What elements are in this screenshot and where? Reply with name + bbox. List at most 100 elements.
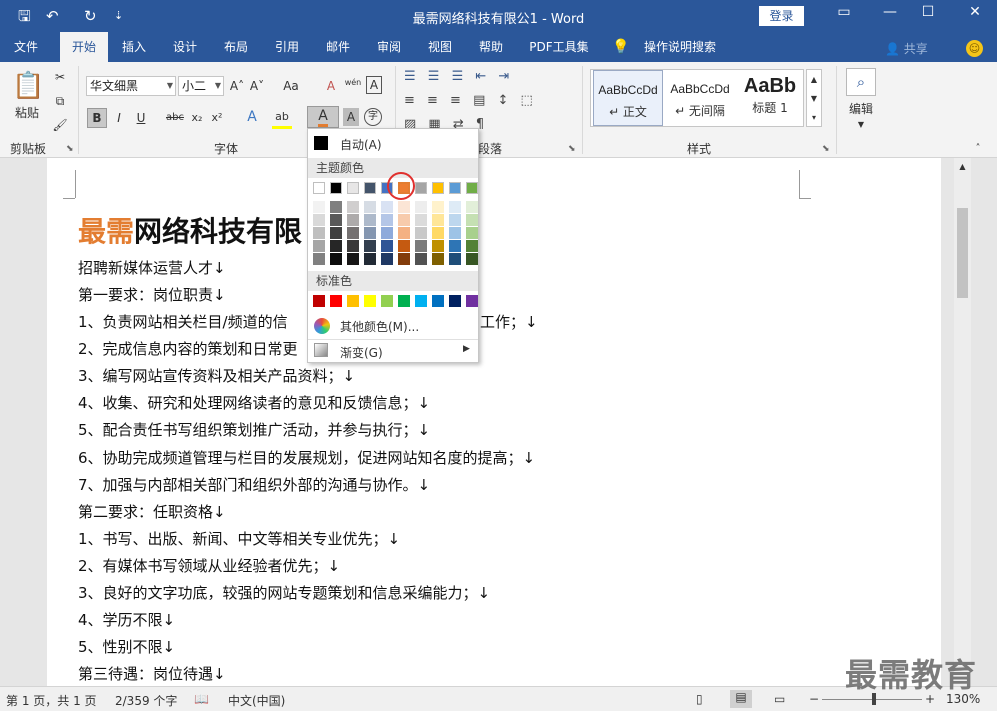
theme-shade-swatch[interactable] <box>313 227 325 239</box>
doc-line[interactable]: 3、良好的文字功底，较强的网站专题策划和信息采编能力；↓ <box>78 583 490 603</box>
theme-shade-swatch[interactable] <box>432 227 444 239</box>
theme-shade-swatch[interactable] <box>398 253 410 265</box>
theme-shade-swatch[interactable] <box>330 227 342 239</box>
theme-shade-swatch[interactable] <box>313 214 325 226</box>
theme-shade-swatch[interactable] <box>381 201 393 213</box>
theme-shade-swatch[interactable] <box>449 240 461 252</box>
theme-shade-swatch[interactable] <box>330 201 342 213</box>
style-gallery-scroll[interactable]: ▲ ▼ ▾ <box>806 69 822 127</box>
tab-help[interactable]: 帮助 <box>471 32 511 62</box>
theme-shade-swatch[interactable] <box>466 253 478 265</box>
theme-shade-swatch[interactable] <box>449 227 461 239</box>
theme-shade-swatch[interactable] <box>381 227 393 239</box>
grow-font-button[interactable]: A˄ <box>228 77 246 95</box>
theme-shade-swatch[interactable] <box>330 240 342 252</box>
standard-color-swatch[interactable] <box>432 295 444 307</box>
styles-launcher-icon[interactable]: ⬊ <box>822 144 830 154</box>
standard-color-swatch[interactable] <box>347 295 359 307</box>
standard-color-swatch[interactable] <box>466 295 478 307</box>
doc-line[interactable]: 第一要求：岗位职责↓ <box>78 285 226 305</box>
theme-shade-swatch[interactable] <box>313 240 325 252</box>
scroll-thumb[interactable] <box>957 208 968 298</box>
theme-shade-swatch[interactable] <box>364 240 376 252</box>
standard-color-swatch[interactable] <box>398 295 410 307</box>
theme-shade-swatch[interactable] <box>347 201 359 213</box>
theme-shade-swatch[interactable] <box>432 240 444 252</box>
doc-line[interactable]: 6、协助完成频道管理与栏目的发展规划，促进网站知名度的提高；↓ <box>78 448 535 468</box>
format-painter-icon[interactable]: 🖌 <box>50 116 70 134</box>
clipboard-launcher-icon[interactable]: ⬊ <box>66 144 74 154</box>
doc-line[interactable]: 7、加强与内部相关部门和组织外部的沟通与协作。↓ <box>78 475 430 495</box>
vertical-scrollbar[interactable]: ▲ <box>954 158 971 686</box>
print-layout-icon[interactable]: ▤ <box>730 690 752 708</box>
theme-shade-swatch[interactable] <box>398 227 410 239</box>
auto-color-option[interactable]: 自动(A) <box>340 136 382 153</box>
char-border-button[interactable]: A <box>366 76 382 94</box>
tab-mailings[interactable]: 邮件 <box>318 32 358 62</box>
find-icon[interactable]: ⌕ <box>846 68 876 96</box>
login-button[interactable]: 登录 <box>759 6 804 26</box>
more-colors-option[interactable]: 其他颜色(M)... <box>340 318 419 335</box>
tab-references[interactable]: 引用 <box>267 32 307 62</box>
standard-color-swatch[interactable] <box>330 295 342 307</box>
highlight-button[interactable]: ab <box>272 108 292 129</box>
theme-shade-swatch[interactable] <box>466 227 478 239</box>
italic-button[interactable]: I <box>110 109 128 127</box>
doc-line[interactable]: 1、书写、出版、新闻、中文等相关专业优先；↓ <box>78 529 400 549</box>
superscript-button[interactable]: x² <box>208 109 226 127</box>
theme-shade-swatch[interactable] <box>449 201 461 213</box>
doc-line[interactable]: 1、负责网站相关栏目/频道的信 <box>78 312 288 332</box>
gradient-option[interactable]: 渐变(G) <box>340 344 383 361</box>
theme-shade-swatch[interactable] <box>398 240 410 252</box>
theme-shade-swatch[interactable] <box>347 253 359 265</box>
doc-line[interactable]: 招聘新媒体运营人才↓ <box>78 258 226 278</box>
font-name-combo[interactable]: 华文细黑 ▼ <box>86 76 176 96</box>
theme-shade-swatch[interactable] <box>347 240 359 252</box>
doc-line[interactable]: 2、有媒体书写领域从业经验者优先；↓ <box>78 556 340 576</box>
language[interactable]: 中文(中国) <box>228 692 285 709</box>
theme-shade-swatch[interactable] <box>364 201 376 213</box>
theme-shade-swatch[interactable] <box>364 214 376 226</box>
subscript-button[interactable]: x₂ <box>188 109 206 127</box>
doc-line-tail[interactable]: 工作；↓ <box>480 312 538 332</box>
style-normal[interactable]: AaBbCcDd ↵ 正文 <box>593 70 663 126</box>
doc-line[interactable]: 5、配合责任书写组织策划推广活动，并参与执行；↓ <box>78 420 430 440</box>
theme-shade-swatch[interactable] <box>432 253 444 265</box>
theme-shade-swatch[interactable] <box>381 253 393 265</box>
tab-review[interactable]: 审阅 <box>369 32 409 62</box>
theme-shade-swatch[interactable] <box>347 214 359 226</box>
theme-shade-swatch[interactable] <box>449 214 461 226</box>
theme-color-swatch[interactable] <box>347 182 359 194</box>
paste-icon[interactable]: 📋 <box>12 68 44 104</box>
doc-line[interactable]: 第三待遇：岗位待遇↓ <box>78 664 226 686</box>
enclose-char-button[interactable]: 字 <box>364 108 382 126</box>
tab-view[interactable]: 视图 <box>420 32 460 62</box>
theme-shade-swatch[interactable] <box>398 201 410 213</box>
doc-line[interactable]: 2、完成信息内容的策划和日常更 <box>78 339 298 359</box>
standard-color-swatch[interactable] <box>449 295 461 307</box>
paste-label[interactable]: 粘贴 <box>8 104 46 122</box>
paragraph-launcher-icon[interactable]: ⬊ <box>568 144 576 154</box>
ribbon-display-options-icon[interactable]: ▭ <box>829 4 859 20</box>
theme-color-swatch[interactable] <box>415 182 427 194</box>
theme-color-swatch[interactable] <box>449 182 461 194</box>
strikethrough-button[interactable]: abc <box>164 109 186 127</box>
list-buttons[interactable]: ☰ ☰ ☰ ⇤ ⇥ <box>404 68 554 86</box>
theme-shade-swatch[interactable] <box>364 253 376 265</box>
tab-design[interactable]: 设计 <box>165 32 205 62</box>
theme-shade-swatch[interactable] <box>398 214 410 226</box>
theme-shade-swatch[interactable] <box>313 253 325 265</box>
shrink-font-button[interactable]: A˅ <box>248 77 266 95</box>
theme-shade-swatch[interactable] <box>313 201 325 213</box>
copy-icon[interactable]: ⧉ <box>50 92 70 110</box>
read-mode-icon[interactable]: ▯ <box>696 692 703 706</box>
proofing-icon[interactable]: 📖 <box>194 692 209 706</box>
theme-shade-swatch[interactable] <box>415 227 427 239</box>
bold-button[interactable]: B <box>87 108 107 128</box>
tell-me-search[interactable]: 操作说明搜索 <box>638 32 722 62</box>
underline-button[interactable]: U <box>132 109 150 127</box>
standard-color-swatch[interactable] <box>364 295 376 307</box>
word-count[interactable]: 2/359 个字 <box>115 692 177 709</box>
doc-line[interactable]: 第二要求：任职资格↓ <box>78 502 226 522</box>
tab-layout[interactable]: 布局 <box>216 32 256 62</box>
